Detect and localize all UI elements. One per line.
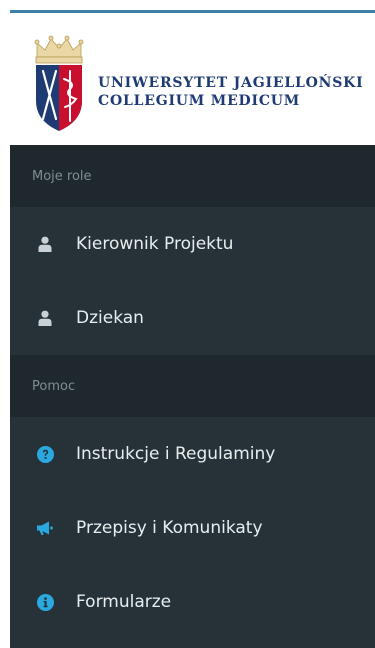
sidebar-item-instrukcje-i-regulaminy[interactable]: Instrukcje i Regulaminy — [10, 417, 375, 491]
sidebar-item-przepisy-i-komunikaty[interactable]: Przepisy i Komunikaty — [10, 491, 375, 565]
section-header-roles: Moje role — [10, 145, 375, 207]
user-icon — [36, 309, 54, 327]
university-name: UNIWERSYTET JAGIELLOŃSKI COLLEGIUM MEDIC… — [98, 74, 363, 110]
sidebar-item-label: Kierownik Projektu — [76, 234, 234, 254]
sidebar-item-label: Instrukcje i Regulaminy — [76, 444, 276, 464]
info-circle-icon — [36, 593, 54, 611]
sidebar-item-kierownik-projektu[interactable]: Kierownik Projektu — [10, 207, 375, 281]
section-header-help: Pomoc — [10, 355, 375, 417]
sidebar-item-formularze[interactable]: Formularze — [10, 565, 375, 639]
sidebar-item-label: Dziekan — [76, 308, 144, 328]
question-circle-icon — [36, 445, 54, 463]
university-name-line-2: COLLEGIUM MEDICUM — [98, 93, 301, 109]
university-name-line-1: UNIWERSYTET JAGIELLOŃSKI — [98, 75, 364, 91]
bullhorn-icon — [36, 519, 54, 537]
sidebar-item-dziekan[interactable]: Dziekan — [10, 281, 375, 355]
user-icon — [36, 235, 54, 253]
sidebar-item-label: Przepisy i Komunikaty — [76, 518, 263, 538]
university-crest-icon — [34, 35, 84, 131]
sidebar-item-label: Formularze — [76, 592, 172, 612]
logo-header[interactable]: UNIWERSYTET JAGIELLOŃSKI COLLEGIUM MEDIC… — [10, 13, 375, 145]
sidebar-menu: Moje role Kierownik Projektu Dziekan Pom… — [10, 145, 375, 648]
